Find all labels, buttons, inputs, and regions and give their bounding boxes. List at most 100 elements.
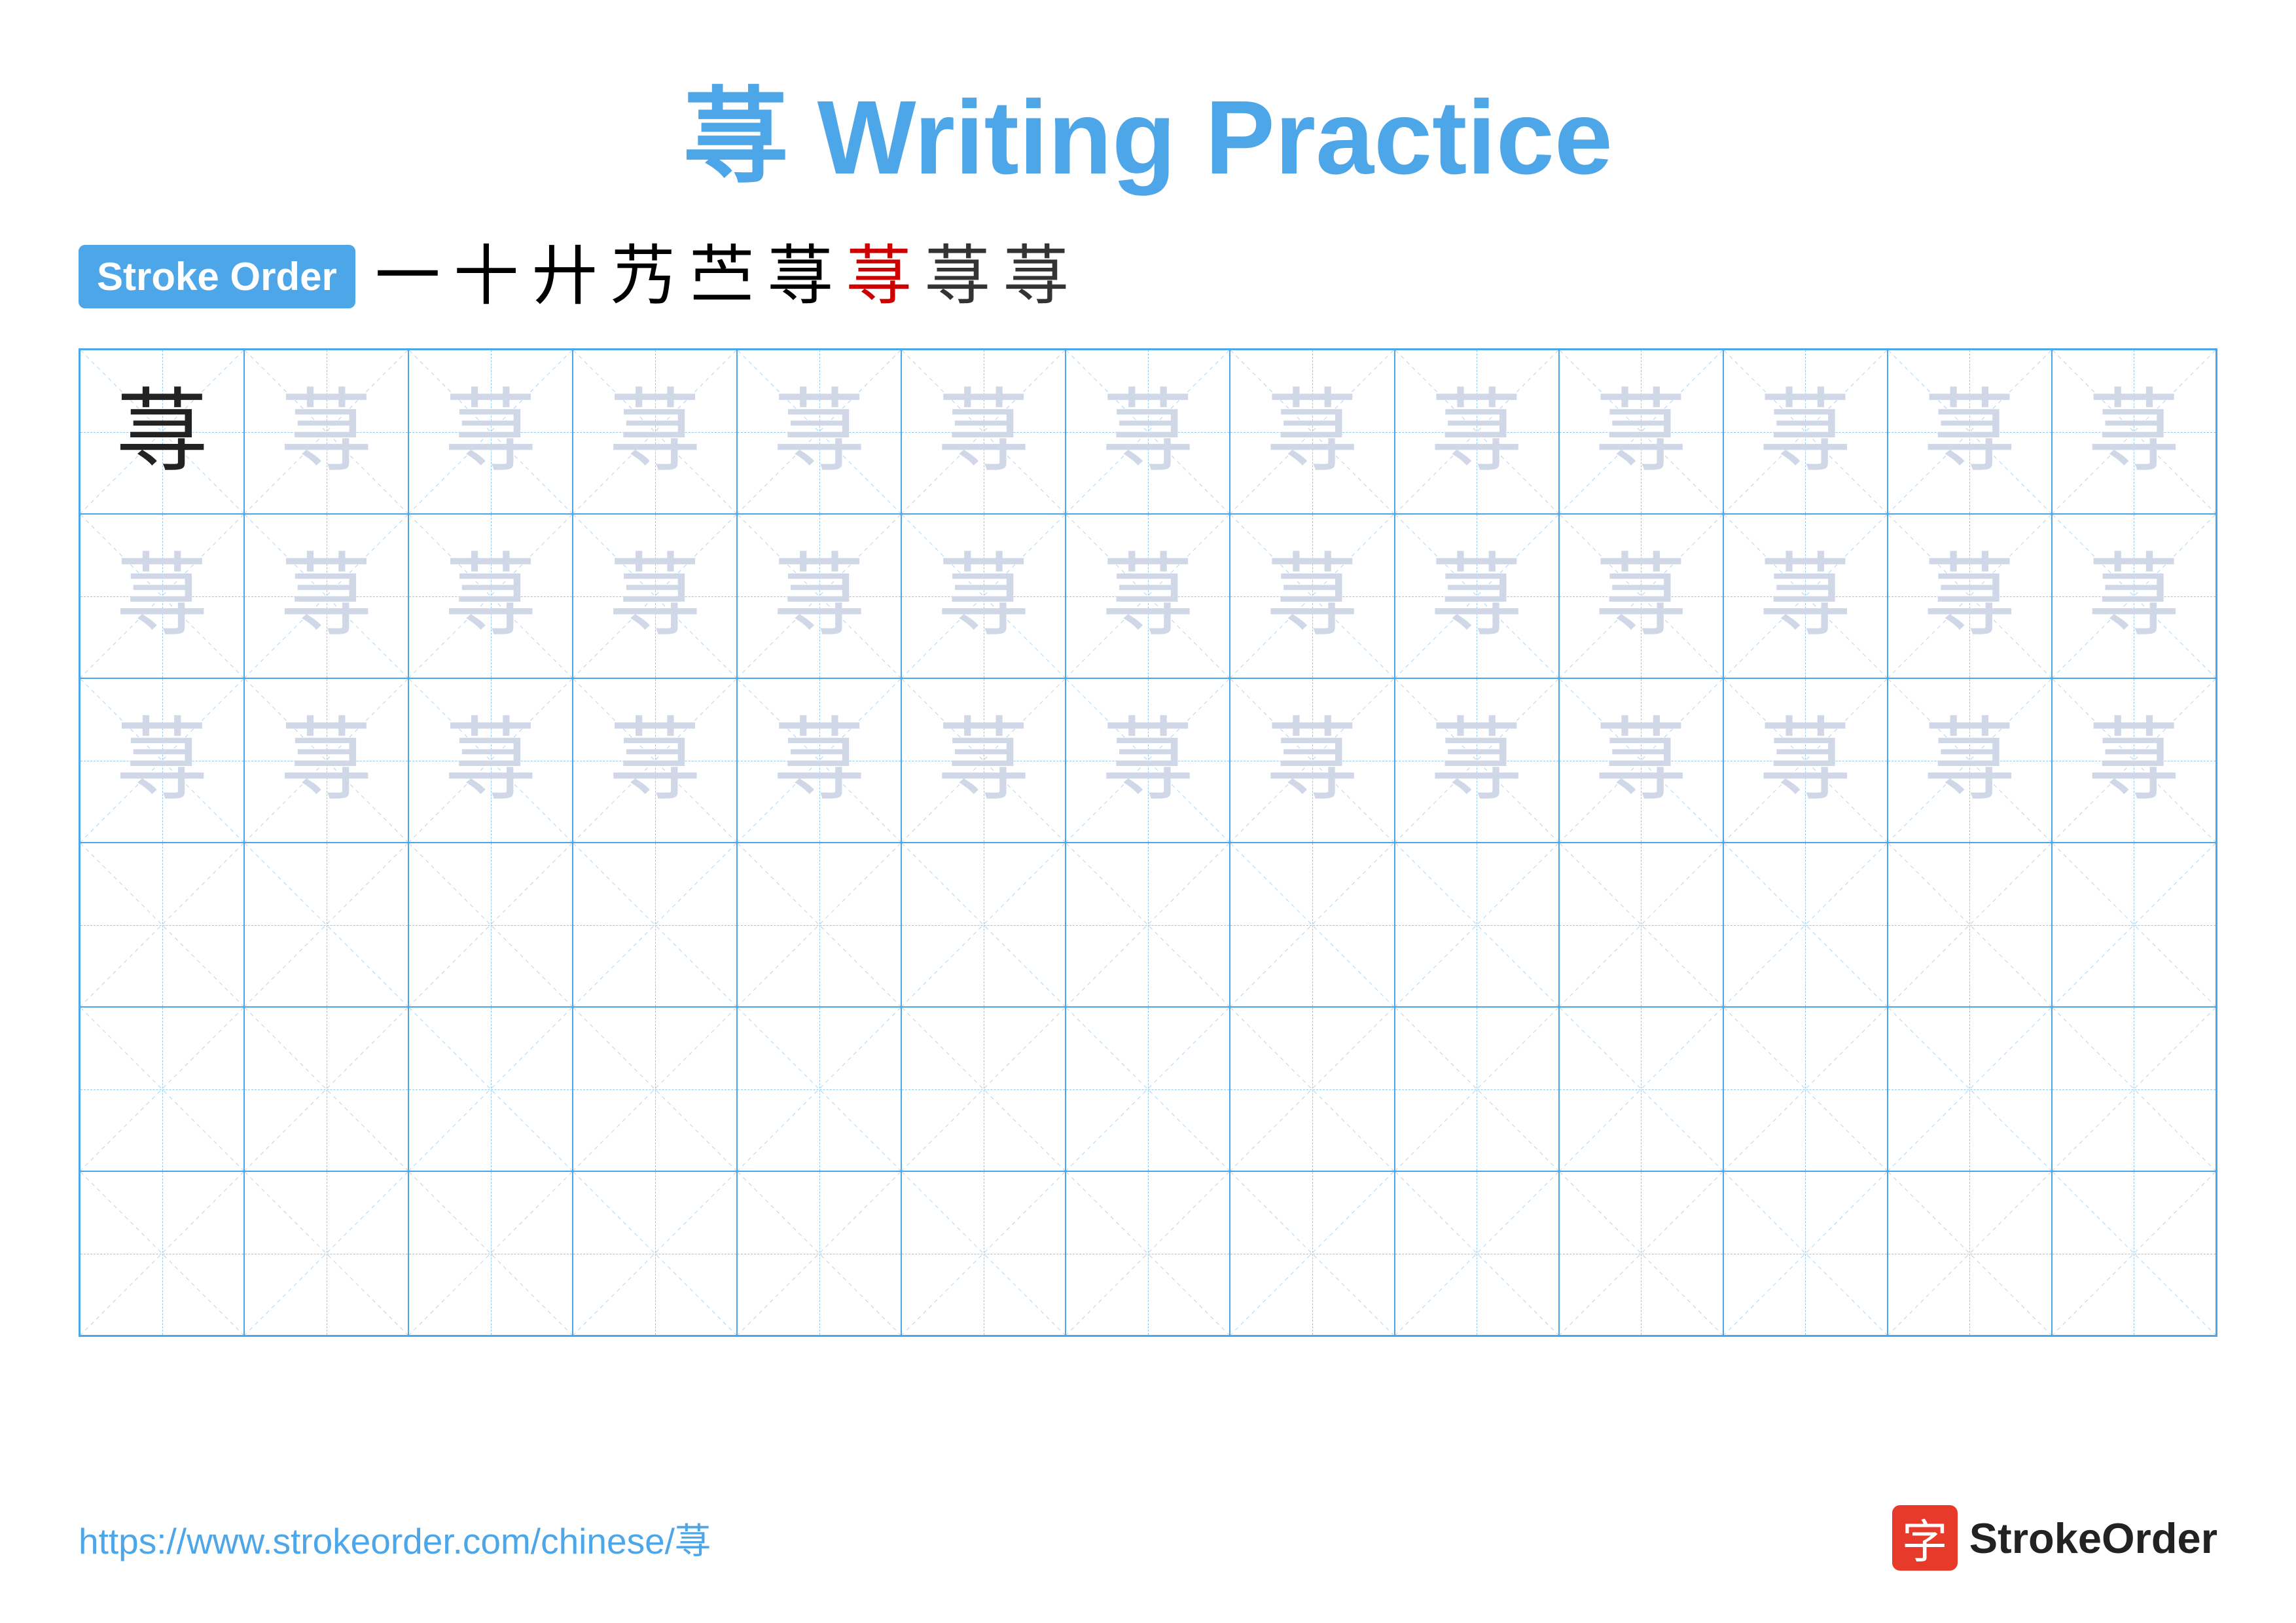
grid-cell-3-13[interactable]: 荨 <box>2052 678 2216 843</box>
grid-cell-6-4[interactable] <box>573 1171 737 1336</box>
grid-cell-3-4[interactable]: 荨 <box>573 678 737 843</box>
stroke-order-row: Stroke Order 一 十 廾 艿 苎 荨 荨 荨 荨 <box>79 244 2217 309</box>
grid-cell-4-6[interactable] <box>901 843 1066 1007</box>
grid-cell-2-13[interactable]: 荨 <box>2052 514 2216 678</box>
grid-cell-2-11[interactable]: 荨 <box>1723 514 1888 678</box>
grid-cell-4-10[interactable] <box>1559 843 1723 1007</box>
grid-cell-5-3[interactable] <box>408 1007 573 1171</box>
grid-cell-6-8[interactable] <box>1230 1171 1394 1336</box>
grid-cell-4-8[interactable] <box>1230 843 1394 1007</box>
grid-cell-2-12[interactable]: 荨 <box>1888 514 2052 678</box>
grid-cell-6-12[interactable] <box>1888 1171 2052 1336</box>
grid-cell-1-5[interactable]: 荨 <box>737 350 901 514</box>
practice-grid: 荨 荨 荨 荨 荨 荨 荨 荨 荨 荨 荨 荨 荨 荨 荨 荨 荨 荨 荨 荨 … <box>79 348 2217 1337</box>
grid-cell-2-3[interactable]: 荨 <box>408 514 573 678</box>
grid-cell-4-7[interactable] <box>1066 843 1230 1007</box>
grid-cell-1-1[interactable]: 荨 <box>80 350 244 514</box>
grid-cell-5-12[interactable] <box>1888 1007 2052 1171</box>
footer-logo: 字 StrokeOrder <box>1892 1505 2217 1571</box>
grid-cell-6-1[interactable] <box>80 1171 244 1336</box>
stroke-order-badge: Stroke Order <box>79 245 355 308</box>
stroke-2: 十 <box>454 244 519 309</box>
grid-cell-3-10[interactable]: 荨 <box>1559 678 1723 843</box>
grid-cell-3-6[interactable]: 荨 <box>901 678 1066 843</box>
stroke-6: 荨 <box>768 244 833 309</box>
grid-cell-1-7[interactable]: 荨 <box>1066 350 1230 514</box>
grid-row-2: 荨 荨 荨 荨 荨 荨 荨 荨 荨 荨 荨 荨 荨 <box>80 514 2216 678</box>
grid-cell-6-11[interactable] <box>1723 1171 1888 1336</box>
grid-cell-5-5[interactable] <box>737 1007 901 1171</box>
grid-cell-5-8[interactable] <box>1230 1007 1394 1171</box>
grid-cell-4-13[interactable] <box>2052 843 2216 1007</box>
grid-cell-3-2[interactable]: 荨 <box>244 678 408 843</box>
grid-cell-3-1[interactable]: 荨 <box>80 678 244 843</box>
grid-row-5 <box>80 1007 2216 1171</box>
grid-cell-5-9[interactable] <box>1395 1007 1559 1171</box>
grid-cell-6-3[interactable] <box>408 1171 573 1336</box>
footer-url[interactable]: https://www.strokeorder.com/chinese/荨 <box>79 1512 711 1564</box>
grid-row-3: 荨 荨 荨 荨 荨 荨 荨 荨 荨 荨 荨 荨 荨 <box>80 678 2216 843</box>
grid-cell-4-12[interactable] <box>1888 843 2052 1007</box>
grid-cell-2-6[interactable]: 荨 <box>901 514 1066 678</box>
grid-cell-1-10[interactable]: 荨 <box>1559 350 1723 514</box>
grid-cell-1-12[interactable]: 荨 <box>1888 350 2052 514</box>
grid-cell-6-10[interactable] <box>1559 1171 1723 1336</box>
grid-row-1: 荨 荨 荨 荨 荨 荨 荨 荨 荨 荨 荨 荨 荨 <box>80 350 2216 514</box>
grid-cell-6-7[interactable] <box>1066 1171 1230 1336</box>
grid-cell-5-6[interactable] <box>901 1007 1066 1171</box>
grid-cell-6-13[interactable] <box>2052 1171 2216 1336</box>
stroke-4: 艿 <box>611 244 676 309</box>
grid-cell-3-11[interactable]: 荨 <box>1723 678 1888 843</box>
grid-cell-1-11[interactable]: 荨 <box>1723 350 1888 514</box>
grid-cell-5-2[interactable] <box>244 1007 408 1171</box>
grid-cell-3-12[interactable]: 荨 <box>1888 678 2052 843</box>
grid-cell-4-11[interactable] <box>1723 843 1888 1007</box>
grid-cell-2-4[interactable]: 荨 <box>573 514 737 678</box>
grid-cell-4-3[interactable] <box>408 843 573 1007</box>
grid-cell-5-13[interactable] <box>2052 1007 2216 1171</box>
grid-cell-5-1[interactable] <box>80 1007 244 1171</box>
grid-cell-3-7[interactable]: 荨 <box>1066 678 1230 843</box>
grid-cell-2-5[interactable]: 荨 <box>737 514 901 678</box>
grid-cell-1-13[interactable]: 荨 <box>2052 350 2216 514</box>
grid-cell-4-1[interactable] <box>80 843 244 1007</box>
grid-row-4 <box>80 843 2216 1007</box>
grid-cell-4-4[interactable] <box>573 843 737 1007</box>
footer-logo-text: StrokeOrder <box>1969 1514 2217 1563</box>
grid-cell-6-2[interactable] <box>244 1171 408 1336</box>
grid-cell-4-9[interactable] <box>1395 843 1559 1007</box>
grid-cell-3-5[interactable]: 荨 <box>737 678 901 843</box>
title-text: Writing Practice <box>788 79 1613 196</box>
stroke-3: 廾 <box>532 244 598 309</box>
page-title: 荨 Writing Practice <box>79 52 2217 204</box>
grid-cell-1-2[interactable]: 荨 <box>244 350 408 514</box>
grid-cell-4-2[interactable] <box>244 843 408 1007</box>
grid-cell-2-10[interactable]: 荨 <box>1559 514 1723 678</box>
grid-cell-2-7[interactable]: 荨 <box>1066 514 1230 678</box>
grid-cell-2-8[interactable]: 荨 <box>1230 514 1394 678</box>
grid-cell-6-6[interactable] <box>901 1171 1066 1336</box>
footer: https://www.strokeorder.com/chinese/荨 字 … <box>79 1505 2217 1571</box>
page: 荨 Writing Practice Stroke Order 一 十 廾 艿 … <box>0 0 2296 1623</box>
grid-cell-6-9[interactable] <box>1395 1171 1559 1336</box>
grid-cell-2-2[interactable]: 荨 <box>244 514 408 678</box>
grid-cell-1-4[interactable]: 荨 <box>573 350 737 514</box>
grid-cell-4-5[interactable] <box>737 843 901 1007</box>
grid-cell-5-4[interactable] <box>573 1007 737 1171</box>
grid-cell-2-1[interactable]: 荨 <box>80 514 244 678</box>
grid-cell-1-9[interactable]: 荨 <box>1395 350 1559 514</box>
grid-cell-5-7[interactable] <box>1066 1007 1230 1171</box>
grid-cell-6-5[interactable] <box>737 1171 901 1336</box>
stroke-7: 荨 <box>846 244 912 309</box>
grid-row-6 <box>80 1171 2216 1336</box>
grid-cell-3-3[interactable]: 荨 <box>408 678 573 843</box>
grid-cell-5-10[interactable] <box>1559 1007 1723 1171</box>
grid-cell-3-9[interactable]: 荨 <box>1395 678 1559 843</box>
stroke-8: 荨 <box>925 244 990 309</box>
grid-cell-2-9[interactable]: 荨 <box>1395 514 1559 678</box>
grid-cell-5-11[interactable] <box>1723 1007 1888 1171</box>
grid-cell-1-6[interactable]: 荨 <box>901 350 1066 514</box>
grid-cell-1-8[interactable]: 荨 <box>1230 350 1394 514</box>
grid-cell-1-3[interactable]: 荨 <box>408 350 573 514</box>
grid-cell-3-8[interactable]: 荨 <box>1230 678 1394 843</box>
